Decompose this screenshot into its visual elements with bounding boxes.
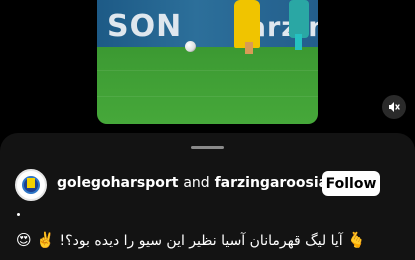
post-sheet: golegoharsport and farzingaroosian Follo… [0,133,415,260]
mute-button[interactable] [382,95,406,119]
sheet-drag-handle[interactable] [191,146,224,149]
caption-dot [17,213,20,216]
caption-emoji-right: 🫰 [347,231,366,249]
coauthor-link[interactable]: farzingaroosian [215,175,339,191]
stadium-ad-board: SON farzin [97,0,318,47]
player-yellow [234,0,260,48]
avatar[interactable] [15,169,47,201]
follow-button[interactable]: Follow [322,171,380,196]
pitch-line [97,70,318,71]
football [185,41,196,52]
author-link[interactable]: golegoharsport [57,175,178,191]
authors-conjunction: and [183,175,210,191]
player-yellow-leg [245,42,253,54]
club-logo-mark [27,178,35,188]
pitch-line [97,96,318,97]
video-player[interactable]: SON farzin [97,0,318,124]
caption-text: آیا لیگ قهرمانان آسیا نظیر این سیو را دی… [59,233,343,249]
ad-left-text: SON [107,9,183,44]
post-caption: 😍 ✌️ آیا لیگ قهرمانان آسیا نظیر این سیو … [16,231,401,249]
player-teal [289,0,309,38]
speaker-muted-icon [389,102,400,112]
post-authors: golegoharsport and farzingaroosian [57,175,338,191]
caption-emojis-left: 😍 ✌️ [16,231,56,249]
player-teal-leg [295,34,302,50]
